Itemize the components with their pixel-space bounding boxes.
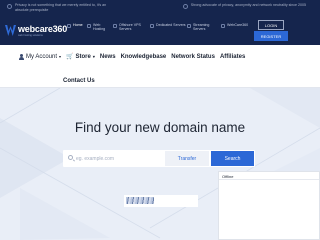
client-nav-row: My Account ▾ 🛒 Store ▾ News Knowledgebas… [18,53,250,60]
rack-icon [150,23,154,28]
menu-item-label: WebCare360 [227,23,249,27]
privacy-notice-text: Privacy is not something that we merely … [15,3,107,12]
menu-item-label: Home [73,23,83,27]
lock-icon [7,4,12,9]
nav-link-knowledgebase[interactable]: Knowledgebase [121,54,167,60]
home-icon [67,23,71,28]
privacy-notice: Privacy is not something that we merely … [7,3,117,12]
menu-item-webcare360[interactable]: WebCare360 [221,23,253,32]
chat-status-label: Offline [219,172,319,180]
menu-item-offshore-vps[interactable]: Offshore VPS Servers [113,23,150,32]
brand-logo[interactable]: webcare360 web hosting solutions [5,23,67,40]
user-icon [18,53,24,60]
advocacy-notice: Strong advocate of privacy, anonymity an… [166,3,306,9]
menu-item-label: Offshore VPS Servers [119,23,141,32]
login-button[interactable]: LOGIN [258,20,284,30]
main-navbar: webcare360 web hosting solutions Home We… [0,17,320,45]
server-icon [87,23,91,28]
menu-item-label: Web Hosting [93,23,106,32]
cloud-icon [113,23,117,28]
nav-link-network-status[interactable]: Network Status [171,54,215,60]
store-dropdown[interactable]: 🛒 Store ▾ [66,53,95,61]
brand-tagline: web hosting solutions [18,34,43,37]
my-account-dropdown[interactable]: My Account ▾ [18,53,62,60]
register-button[interactable]: REGISTER [254,31,288,41]
bg-shape-left-low [20,188,110,240]
bg-line [0,88,61,124]
advocacy-notice-text: Strong advocate of privacy, anonymity an… [190,3,306,7]
transfer-button[interactable]: Transfer [165,151,209,166]
hero-title: Find your new domain name [74,120,246,135]
shield-icon [221,23,225,28]
globe-icon [182,4,188,9]
menu-item-label: Streaming Servers [193,23,210,32]
live-chat-widget[interactable]: Offline [218,171,320,240]
nav-link-affiliates[interactable]: Affiliates [220,54,245,60]
nav-link-contact-us[interactable]: Contact Us [63,78,95,84]
nav-link-news[interactable]: News [100,54,116,60]
search-button[interactable]: Search [211,151,254,166]
brand-name: webcare360 [18,24,68,34]
menu-item-dedicated-servers[interactable]: Dedicated Servers [150,23,187,32]
menu-item-label: Dedicated Servers [156,23,186,27]
menu-item-streaming-servers[interactable]: Streaming Servers [187,23,221,32]
chevron-down-icon: ▾ [59,54,62,59]
domain-search-bar: Transfer Search [63,150,255,167]
my-account-label: My Account [26,53,58,60]
captcha-box [124,195,198,207]
menu-item-web-hosting[interactable]: Web Hosting [87,23,113,32]
cart-icon: 🛒 [66,54,74,60]
logo-mark-icon [5,25,16,36]
chevron-down-icon: ▾ [92,54,95,59]
client-area-nav: My Account ▾ 🛒 Store ▾ News Knowledgebas… [0,45,320,88]
stream-icon [187,23,191,28]
store-label: Store [75,53,91,60]
menu-item-home[interactable]: Home [67,23,87,32]
search-icon [68,155,73,160]
top-announcement-bar: Privacy is not something that we merely … [0,0,320,17]
domain-search-input[interactable] [76,150,171,167]
captcha-image [126,197,154,204]
main-menu: Home Web Hosting Offshore VPS Servers De… [67,23,253,32]
